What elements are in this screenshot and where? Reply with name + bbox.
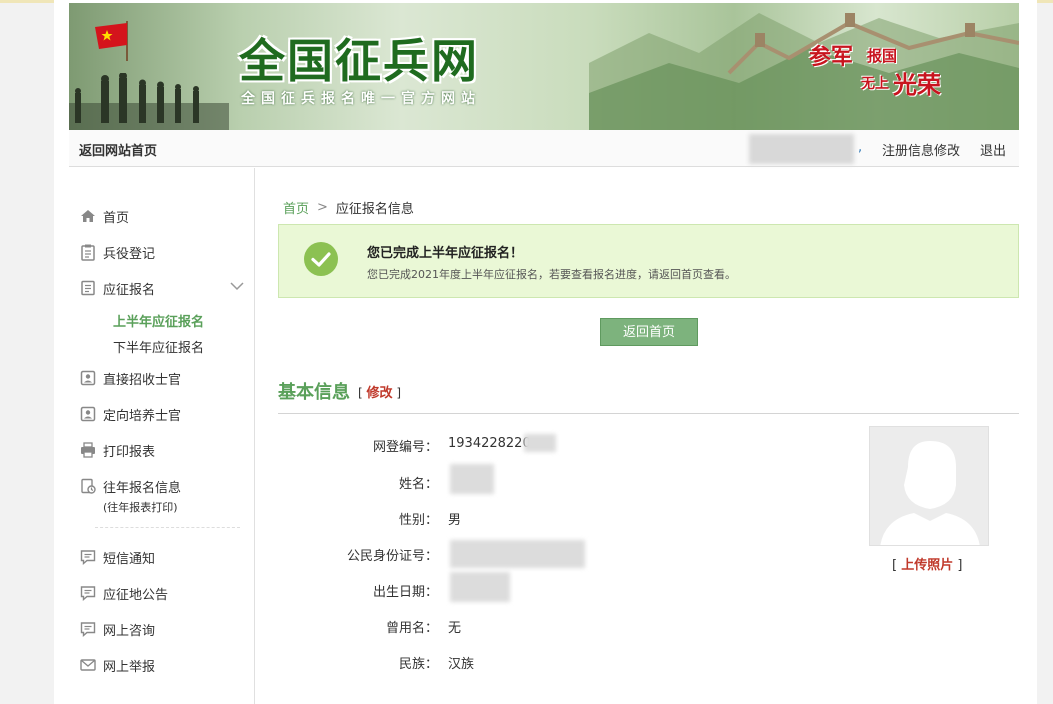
bracket-close: ] <box>396 385 402 400</box>
registration-no-redacted <box>524 434 556 452</box>
sidebar-item-online-report[interactable]: 网上举报 <box>79 655 155 675</box>
mail-icon <box>79 656 97 674</box>
history-icon <box>79 477 97 495</box>
avatar-placeholder[interactable] <box>869 426 989 546</box>
clipboard-icon <box>79 243 97 261</box>
sidebar-subitem-first-half[interactable]: 上半年应征报名 <box>113 311 204 330</box>
top-nav-bar: 返回网站首页 , 注册信息修改 退出 <box>69 130 1019 167</box>
upload-photo-wrapper: [ 上传照片 ] <box>892 554 962 573</box>
sidebar-item-label: 打印报表 <box>103 444 156 460</box>
edit-registration-link[interactable]: 注册信息修改 <box>882 140 960 159</box>
sidebar-subitem-second-half[interactable]: 下半年应征报名 <box>113 337 204 356</box>
sidebar-item-enlistment[interactable]: 应征报名 <box>79 278 155 298</box>
success-notice: 您已完成上半年应征报名！ 您已完成2021年度上半年应征报名，若要查看报名进度，… <box>278 224 1019 298</box>
slogan-part-3: 无上 <box>861 76 889 92</box>
breadcrumb-home-link[interactable]: 首页 <box>283 198 309 217</box>
breadcrumb-current: 应征报名信息 <box>335 202 414 217</box>
field-label-registration-no: 网登编号： <box>372 440 438 455</box>
message-icon <box>79 620 97 638</box>
sidebar-item-local-announcement[interactable]: 应征地公告 <box>79 583 168 603</box>
breadcrumb: 首页 > 应征报名信息 <box>283 198 414 217</box>
past-years-print-note: (往年报表打印) <box>103 501 178 514</box>
slogan-part-1: 参军 <box>809 44 854 70</box>
notice-description: 您已完成2021年度上半年应征报名，若要查看报名进度，请返回首页查看。 <box>367 268 736 281</box>
field-value-gender: 男 <box>448 513 462 528</box>
document-icon <box>79 279 97 297</box>
field-label-name: 姓名： <box>398 477 438 492</box>
slogan-part-4: 光荣 <box>893 70 941 99</box>
back-to-site-home-link[interactable]: 返回网站首页 <box>79 140 157 159</box>
bracket-open: [ <box>892 558 898 573</box>
site-subtitle: 全国征兵报名唯一官方网站 <box>241 91 481 107</box>
username-redacted <box>749 134 854 164</box>
field-value-registration-no: 1934228220 <box>448 436 531 451</box>
id-card-icon <box>79 405 97 423</box>
national-flag-icon <box>95 21 128 61</box>
id-card-icon <box>79 369 97 387</box>
sidebar-item-online-consult[interactable]: 网上咨询 <box>79 619 155 639</box>
birth-date-redacted <box>450 572 510 602</box>
chevron-down-icon[interactable] <box>229 280 245 292</box>
name-redacted <box>450 464 494 494</box>
modify-link[interactable]: 修改 <box>367 386 393 401</box>
sidebar-item-label: 定向培养士官 <box>103 408 182 424</box>
field-label-ethnicity: 民族： <box>398 657 438 672</box>
main-content: 首页 > 应征报名信息 您已完成上半年应征报名！ 您已完成2021年度上半年应征… <box>278 168 1019 704</box>
sidebar-item-label: 网上举报 <box>103 659 156 675</box>
sidebar: 首页 兵役登记 应征报名 上半年应征报名 下半年应征报名 直接招收士官 定向培养… <box>69 168 255 704</box>
bracket-close: ] <box>957 558 963 573</box>
soldiers-illustration <box>69 73 229 130</box>
logout-link[interactable]: 退出 <box>980 140 1006 159</box>
sidebar-item-home[interactable]: 首页 <box>79 206 129 226</box>
bracket-open: [ <box>358 385 363 400</box>
breadcrumb-separator: > <box>317 200 328 215</box>
field-value-former-name: 无 <box>448 621 462 636</box>
sidebar-divider <box>95 527 240 528</box>
upload-photo-link[interactable]: 上传照片 <box>901 558 953 573</box>
modify-link-wrapper: [ 修改 ] <box>358 382 401 401</box>
sidebar-item-label: 兵役登记 <box>103 246 156 262</box>
check-circle-icon <box>304 242 338 276</box>
page-container: 全国征兵网 全国征兵报名唯一官方网站 参军 报国 无上 光荣 返回网站首页 , … <box>54 0 1037 704</box>
id-number-redacted <box>450 540 585 568</box>
sidebar-item-label: 短信通知 <box>103 551 156 567</box>
sidebar-item-label: 网上咨询 <box>103 623 156 639</box>
field-label-birth-date: 出生日期： <box>372 585 438 600</box>
notice-title: 您已完成上半年应征报名！ <box>367 246 524 261</box>
sidebar-item-military-registration[interactable]: 兵役登记 <box>79 242 155 262</box>
avatar-silhouette-icon <box>880 441 980 545</box>
sidebar-item-label: 首页 <box>103 210 130 226</box>
home-icon <box>79 207 97 225</box>
separator-comma: , <box>858 140 863 155</box>
site-title: 全国征兵网 <box>239 34 479 88</box>
site-banner: 全国征兵网 全国征兵报名唯一官方网站 参军 报国 无上 光荣 <box>69 3 1019 130</box>
slogan-part-2: 报国 <box>867 47 898 65</box>
sidebar-item-label: 直接招收士官 <box>103 372 182 388</box>
message-icon <box>79 548 97 566</box>
field-label-gender: 性别： <box>398 513 438 528</box>
basic-info-heading: 基本信息 [ 修改 ] <box>278 378 401 404</box>
sidebar-item-label: 应征报名 <box>103 282 156 298</box>
field-label-former-name: 曾用名： <box>385 621 438 636</box>
message-icon <box>79 584 97 602</box>
sidebar-item-direct-sergeant[interactable]: 直接招收士官 <box>79 368 181 388</box>
sidebar-item-sms-notice[interactable]: 短信通知 <box>79 547 155 567</box>
printer-icon <box>79 441 97 459</box>
slogan: 参军 报国 无上 光荣 <box>809 39 959 99</box>
section-divider <box>278 413 1019 414</box>
field-label-id-number: 公民身份证号： <box>346 549 438 564</box>
sidebar-item-oriented-sergeant[interactable]: 定向培养士官 <box>79 404 181 424</box>
sidebar-item-label: 往年报名信息 <box>103 480 182 496</box>
sidebar-item-past-years[interactable]: 往年报名信息 <box>79 476 181 496</box>
sidebar-item-label: 应征地公告 <box>103 587 169 603</box>
sidebar-item-print-report[interactable]: 打印报表 <box>79 440 155 460</box>
section-title: 基本信息 <box>278 382 350 403</box>
field-value-ethnicity: 汉族 <box>448 657 475 672</box>
back-to-home-button[interactable]: 返回首页 <box>600 318 698 346</box>
